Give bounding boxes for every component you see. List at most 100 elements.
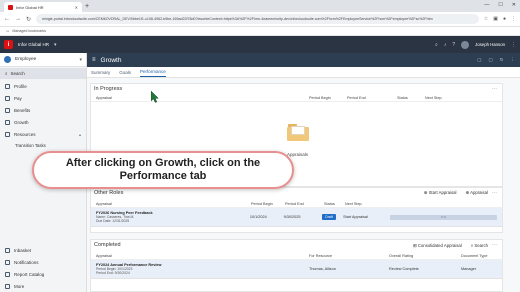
sidebar-item-notifications[interactable]: Notifications — [0, 256, 87, 268]
app-name: Infor Global HR — [18, 42, 50, 47]
overall-rating: Review Complete — [389, 267, 419, 271]
chevron-down-icon[interactable]: ▾ — [54, 42, 57, 48]
sidebar-item-report-catalog[interactable]: Report Catalog — [0, 268, 87, 280]
sidebar-item-label: Report Catalog — [14, 271, 45, 277]
folder-icon: ▭ — [6, 29, 10, 33]
tab-performance[interactable]: Performance — [140, 69, 166, 77]
start-appraisal-button[interactable]: ⊕ Start Appraisal — [424, 190, 457, 196]
close-window-icon[interactable]: ✕ — [512, 2, 516, 8]
sidebar-item-label: Profile — [14, 83, 27, 89]
sidebar-item-label: Notifications — [14, 259, 39, 265]
sidebar-item-benefits[interactable]: Benefits — [0, 104, 86, 116]
column-header: Document Type — [461, 253, 488, 258]
bookmark-icon[interactable]: ▢ — [477, 57, 481, 63]
column-header: Next Step — [345, 201, 362, 206]
user-name[interactable]: Joseph Hanson — [475, 42, 505, 47]
table-row[interactable]: FY2024 Annual Performance Review Period … — [91, 260, 502, 279]
new-tab-icon[interactable]: + — [85, 2, 89, 11]
back-icon[interactable]: ← — [4, 16, 10, 22]
share-icon[interactable]: ▢ — [488, 57, 492, 63]
sidebar-item-growth[interactable]: Growth — [0, 116, 86, 128]
page-header: ≡ Growth ▢ ▢ ↻ ⋮ — [87, 53, 520, 67]
document-type: Manager — [461, 267, 476, 271]
caption-line-1: After clicking on Growth, click on the — [65, 157, 261, 169]
sidebar-item-inbasket[interactable]: Inbasket — [0, 244, 87, 256]
close-tab-icon[interactable]: ✕ — [75, 5, 78, 10]
period-end: 9/30/2025 — [283, 215, 301, 219]
more-options-icon[interactable]: ⋯ — [492, 190, 497, 196]
search-icon[interactable]: ⌕ — [435, 42, 438, 48]
appraisal-button[interactable]: ⊕ Appraisal — [466, 190, 488, 196]
tutorial-caption: After clicking on Growth, click on the P… — [32, 151, 294, 189]
page-tabs: Summary Goals Performance — [87, 67, 520, 78]
reload-icon[interactable]: ↻ — [26, 16, 31, 23]
next-step[interactable]: Start Appraisal — [343, 215, 390, 219]
sidebar-item-label: Inbasket — [14, 247, 32, 253]
avatar[interactable] — [461, 40, 470, 49]
chevron-up-icon: ▴ — [78, 131, 81, 137]
minimize-icon[interactable]: — — [484, 2, 489, 8]
browser-menu-icon[interactable]: ⋮ — [511, 16, 516, 22]
appraisal-subtext: Due Date: 12/31/2025 — [96, 219, 130, 223]
bell-icon[interactable]: ♪ — [444, 42, 447, 48]
refresh-icon[interactable]: ↻ — [500, 57, 504, 63]
role-label: Employee — [15, 57, 37, 62]
table-header: Appraisal Period Begin Period End Status… — [91, 200, 502, 208]
tab-summary[interactable]: Summary — [91, 70, 110, 77]
app-header: i Infor Global HR ▾ ⌕ ♪ ? Joseph Hanson … — [0, 36, 520, 53]
completed-section: Completed ⊞ Consolidated Appraisal ⌕ Sea… — [90, 239, 503, 292]
sidebar-item-profile[interactable]: Profile — [0, 80, 86, 92]
notifications-icon — [5, 259, 10, 265]
appraisal-subtext: Period End: 9/30/2024 — [96, 271, 130, 275]
status-badge: Draft — [322, 214, 336, 220]
column-header: Period Begin — [309, 95, 331, 100]
caption-line-2: Performance tab — [119, 170, 207, 182]
star-icon[interactable]: ☆ — [484, 16, 488, 22]
column-header: Appraisal — [96, 253, 112, 258]
sidebar-search[interactable]: ⌕ Search — [0, 68, 86, 79]
tab-goals[interactable]: Goals — [119, 70, 131, 77]
column-header: Next Step — [425, 95, 442, 100]
hamburger-menu-icon[interactable]: ≡ — [92, 57, 96, 63]
chevron-down-icon: ▾ — [79, 56, 82, 63]
forward-icon[interactable]: → — [15, 16, 21, 22]
profile-icon — [5, 83, 10, 89]
more-options-icon[interactable]: ⋯ — [492, 86, 497, 92]
role-switcher[interactable]: Employee ▾ — [0, 53, 86, 67]
sidebar-item-label: Growth — [14, 119, 29, 125]
sidebar-item-label: More — [14, 283, 25, 289]
browser-tab-bar: Infor Global HR ✕ + — ☐ ✕ — [0, 0, 520, 12]
more-options-icon[interactable]: ⋯ — [492, 242, 497, 248]
managed-bookmarks[interactable]: Managed bookmarks — [12, 29, 46, 33]
sidebar-item-label: Benefits — [14, 107, 31, 113]
page-title: Growth — [100, 56, 122, 64]
extensions-icon[interactable]: ▣ — [493, 16, 498, 22]
more-options-icon[interactable]: ⋮ — [511, 57, 516, 63]
infor-logo-icon[interactable]: i — [4, 40, 13, 49]
inbasket-icon — [5, 247, 10, 253]
mouse-cursor-icon — [151, 91, 159, 103]
sidebar-item-label: Resources — [14, 131, 36, 137]
column-header: Status — [397, 95, 408, 100]
profile-icon[interactable]: ● — [503, 16, 506, 22]
browser-tab[interactable]: Infor Global HR ✕ — [4, 2, 82, 12]
apps-grid-icon[interactable]: ⋮ — [511, 42, 516, 48]
column-header: Status — [324, 201, 335, 206]
address-bar: ← → ↻ mingle-portal.inforcloudsuite.com/… — [0, 12, 520, 27]
help-icon[interactable]: ? — [452, 42, 455, 48]
for-resource: Thomas, Allison — [309, 267, 336, 271]
other-roles-section: Other Roles ⊕ Start Appraisal ⊕ Appraisa… — [90, 187, 503, 233]
column-header: Appraisal — [96, 95, 112, 100]
url-field[interactable]: mingle-portal.inforcloudsuite.com/CEM6OV… — [36, 14, 479, 24]
column-header: Appraisal — [96, 201, 112, 206]
progress-bar: 0 % — [389, 214, 497, 220]
table-row[interactable]: FY2026 Nursing Peer Feedback Name: Casse… — [91, 208, 502, 227]
sidebar-item-resources[interactable]: Resources ▴ — [0, 128, 86, 140]
consolidated-appraisal-button[interactable]: ⊞ Consolidated Appraisal — [413, 243, 462, 249]
sidebar-subitem-transition-tasks[interactable]: Transition Tasks — [0, 140, 86, 151]
maximize-icon[interactable]: ☐ — [498, 2, 502, 8]
search-button[interactable]: ⌕ Search — [471, 243, 488, 249]
infor-favicon-icon — [8, 4, 13, 10]
sidebar-item-pay[interactable]: Pay — [0, 92, 86, 104]
sidebar-item-more[interactable]: More — [0, 280, 87, 292]
